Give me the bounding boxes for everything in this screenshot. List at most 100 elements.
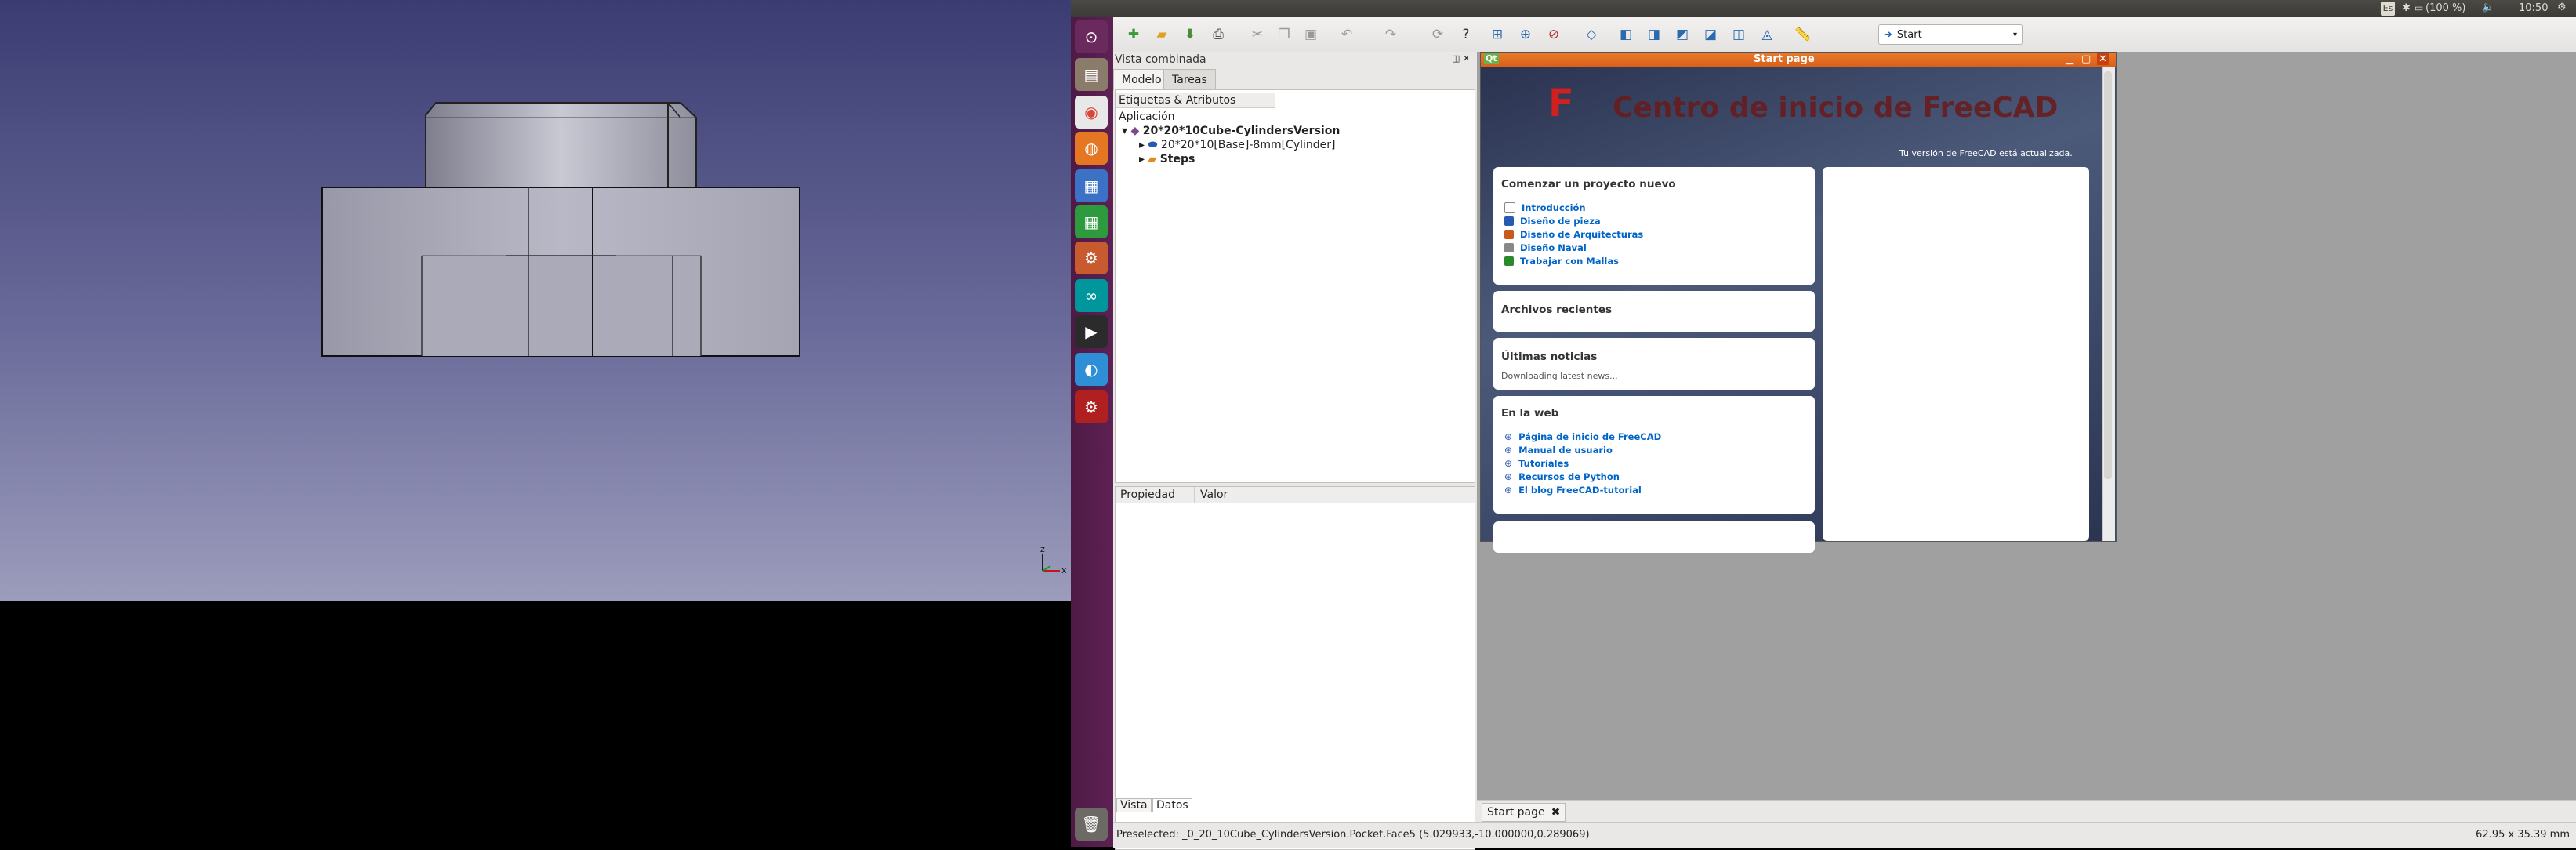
web-link-icon: ⊕: [1504, 431, 1513, 442]
redo-icon[interactable]: ↷: [1380, 24, 1402, 45]
list-item[interactable]: Diseño de pieza: [1504, 215, 1601, 227]
more-card: [1493, 521, 1815, 553]
dimension-readout: 62.95 x 35.39 mm: [2476, 829, 2570, 841]
new-document-icon[interactable]: ✚: [1123, 24, 1145, 45]
tree-header: Etiquetas & Atributos: [1116, 93, 1275, 108]
list-item[interactable]: ⊕ Tutoriales: [1504, 457, 1569, 470]
volume-icon[interactable]: 🔈: [2482, 2, 2494, 13]
arduino-icon[interactable]: ∞: [1075, 279, 1108, 312]
save-icon[interactable]: ⬇: [1179, 24, 1201, 45]
new-project-title: Comenzar un proyecto nuevo: [1501, 178, 1676, 191]
start-page-window[interactable]: Qt Start page ▁ ▢ ✕ F Centro de inicio d…: [1480, 52, 2117, 553]
settings-gear-icon[interactable]: ⚙: [2557, 2, 2567, 13]
close-icon[interactable]: ✕: [1463, 53, 1470, 64]
refresh-icon[interactable]: ⟳: [1427, 24, 1449, 45]
chevron-down-icon: ▾: [2012, 30, 2017, 39]
top-cylinder: [425, 102, 697, 188]
ship-icon: [1504, 243, 1514, 252]
combo-view-title: Vista combinada: [1115, 53, 1206, 66]
news-title: Últimas noticias: [1501, 351, 1598, 363]
collapse-arrow-icon[interactable]: ▸: [1139, 153, 1145, 165]
model-view[interactable]: z x: [0, 0, 1071, 601]
property-view[interactable]: Propiedad Valor: [1115, 486, 1475, 850]
bluetooth-icon[interactable]: ✱: [2402, 2, 2411, 14]
clock[interactable]: 10:50: [2519, 2, 2548, 14]
float-icon[interactable]: ◫: [1452, 53, 1460, 64]
list-item[interactable]: Diseño de Arquitecturas: [1504, 228, 1643, 241]
version-status: Tu versión de FreeCAD está actualizada.: [1899, 148, 2073, 158]
close-icon[interactable]: ✕: [2097, 53, 2109, 65]
tab-model[interactable]: Modelo: [1113, 69, 1170, 91]
whats-this-icon[interactable]: ?: [1455, 24, 1477, 45]
copy-icon[interactable]: ❐: [1273, 24, 1295, 45]
tab-view[interactable]: Vista: [1116, 798, 1152, 812]
view-right-icon[interactable]: ◩: [1671, 24, 1693, 45]
cura-icon[interactable]: ◐: [1075, 353, 1108, 386]
list-item[interactable]: ⊕ Manual de usuario: [1504, 444, 1613, 456]
start-page-titlebar[interactable]: Qt Start page ▁ ▢ ✕: [1481, 53, 2116, 67]
firefox-icon[interactable]: ◍: [1075, 132, 1108, 165]
view-front-icon[interactable]: ◧: [1615, 24, 1637, 45]
start-page-scrollbar[interactable]: [2102, 67, 2115, 541]
start-page-window-title: Start page: [1754, 53, 1815, 65]
fit-selection-icon[interactable]: ⊕: [1515, 24, 1537, 45]
view-top-icon[interactable]: ◨: [1643, 24, 1665, 45]
cut-icon[interactable]: ✂: [1246, 24, 1268, 45]
files-icon[interactable]: ▤: [1075, 58, 1108, 91]
battery-icon[interactable]: ▭: [2415, 2, 2423, 13]
view-rear-icon[interactable]: ◪: [1700, 24, 1722, 45]
tree-row-child1[interactable]: ▸ ⬬ 20*20*10[Base]-8mm[Cylinder]: [1139, 139, 1336, 151]
scrollbar-thumb[interactable]: [2104, 71, 2112, 479]
list-item[interactable]: ⊕ Página de inicio de FreeCAD: [1504, 430, 1661, 443]
writer-icon[interactable]: ▦: [1075, 169, 1108, 202]
measure-icon[interactable]: 📏: [1792, 24, 1814, 45]
draw-style-icon[interactable]: ⊘: [1543, 24, 1565, 45]
back-icon[interactable]: ⊙: [1075, 20, 1108, 53]
terminal-icon[interactable]: ▶: [1075, 315, 1108, 348]
maximize-icon[interactable]: ▢: [2081, 53, 2091, 65]
arrow-right-icon: ➜: [1884, 28, 1892, 41]
property-col: Propiedad: [1120, 489, 1175, 501]
list-item[interactable]: Introducción: [1504, 202, 1586, 214]
calc-icon[interactable]: ▦: [1075, 205, 1108, 238]
paste-icon[interactable]: ▣: [1300, 24, 1322, 45]
print-icon[interactable]: ⎙: [1207, 24, 1229, 45]
freecad-logo-icon: F: [1548, 82, 1574, 125]
collapse-arrow-icon[interactable]: ▸: [1139, 139, 1145, 151]
value-col: Valor: [1200, 489, 1228, 501]
list-item[interactable]: ⊕ Recursos de Python: [1504, 470, 1620, 483]
list-item[interactable]: ⊕ El blog FreeCAD-tutorial: [1504, 484, 1642, 496]
freecad-icon[interactable]: ⚙: [1075, 390, 1108, 423]
keyboard-indicator[interactable]: Es: [2381, 2, 2395, 16]
view-isometric-icon[interactable]: ◇: [1580, 24, 1602, 45]
list-item[interactable]: Diseño Naval: [1504, 242, 1587, 254]
mdi-area: Qt Start page ▁ ▢ ✕ F Centro de inicio d…: [1477, 52, 2576, 800]
close-icon[interactable]: ✖: [1551, 806, 1561, 819]
tab-data[interactable]: Datos: [1152, 798, 1192, 812]
list-item[interactable]: Trabajar con Mallas: [1504, 255, 1619, 267]
view-bottom-icon[interactable]: ◫: [1728, 24, 1750, 45]
minimize-icon[interactable]: ▁: [2066, 53, 2073, 65]
workbench-select[interactable]: ➜ Start ▾: [1878, 24, 2023, 45]
top-panel: Es ✱ ▭ (100 %) 🔈 10:50 ⚙: [1071, 0, 2576, 17]
tree-row-document[interactable]: ▾ ◆ 20*20*10Cube-CylindersVersion: [1122, 125, 1340, 137]
trash-icon[interactable]: 🗑: [1075, 808, 1108, 841]
view-left-icon[interactable]: ◬: [1756, 24, 1778, 45]
tab-tasks[interactable]: Tareas: [1163, 69, 1216, 91]
battery-label[interactable]: (100 %): [2425, 2, 2465, 14]
expand-arrow-icon[interactable]: ▾: [1122, 125, 1127, 137]
3d-viewport[interactable]: z x: [0, 0, 1071, 601]
tree-row-child2[interactable]: ▸ ▰ Steps: [1139, 153, 1195, 165]
tab-start-page[interactable]: Start page ✖: [1482, 803, 1566, 822]
tree-view[interactable]: Etiquetas & Atributos Aplicación ▾ ◆ 20*…: [1115, 89, 1475, 483]
start-page-heading: Centro de inicio de FreeCAD: [1613, 92, 2059, 124]
system-settings-icon[interactable]: ⚙: [1075, 242, 1108, 274]
undo-icon[interactable]: ↶: [1336, 24, 1358, 45]
tree-document-label: 20*20*10Cube-CylindersVersion: [1142, 125, 1341, 137]
fit-all-icon[interactable]: ⊞: [1486, 24, 1508, 45]
combo-view-panel: Vista combinada ◫ ✕ Modelo Tareas Etique…: [1113, 52, 1477, 850]
chrome-icon[interactable]: ◉: [1075, 96, 1108, 129]
open-folder-icon[interactable]: ▰: [1151, 24, 1173, 45]
new-project-card: Comenzar un proyecto nuevo Introducción …: [1493, 167, 1815, 285]
folder-icon: ▰: [1148, 153, 1157, 165]
